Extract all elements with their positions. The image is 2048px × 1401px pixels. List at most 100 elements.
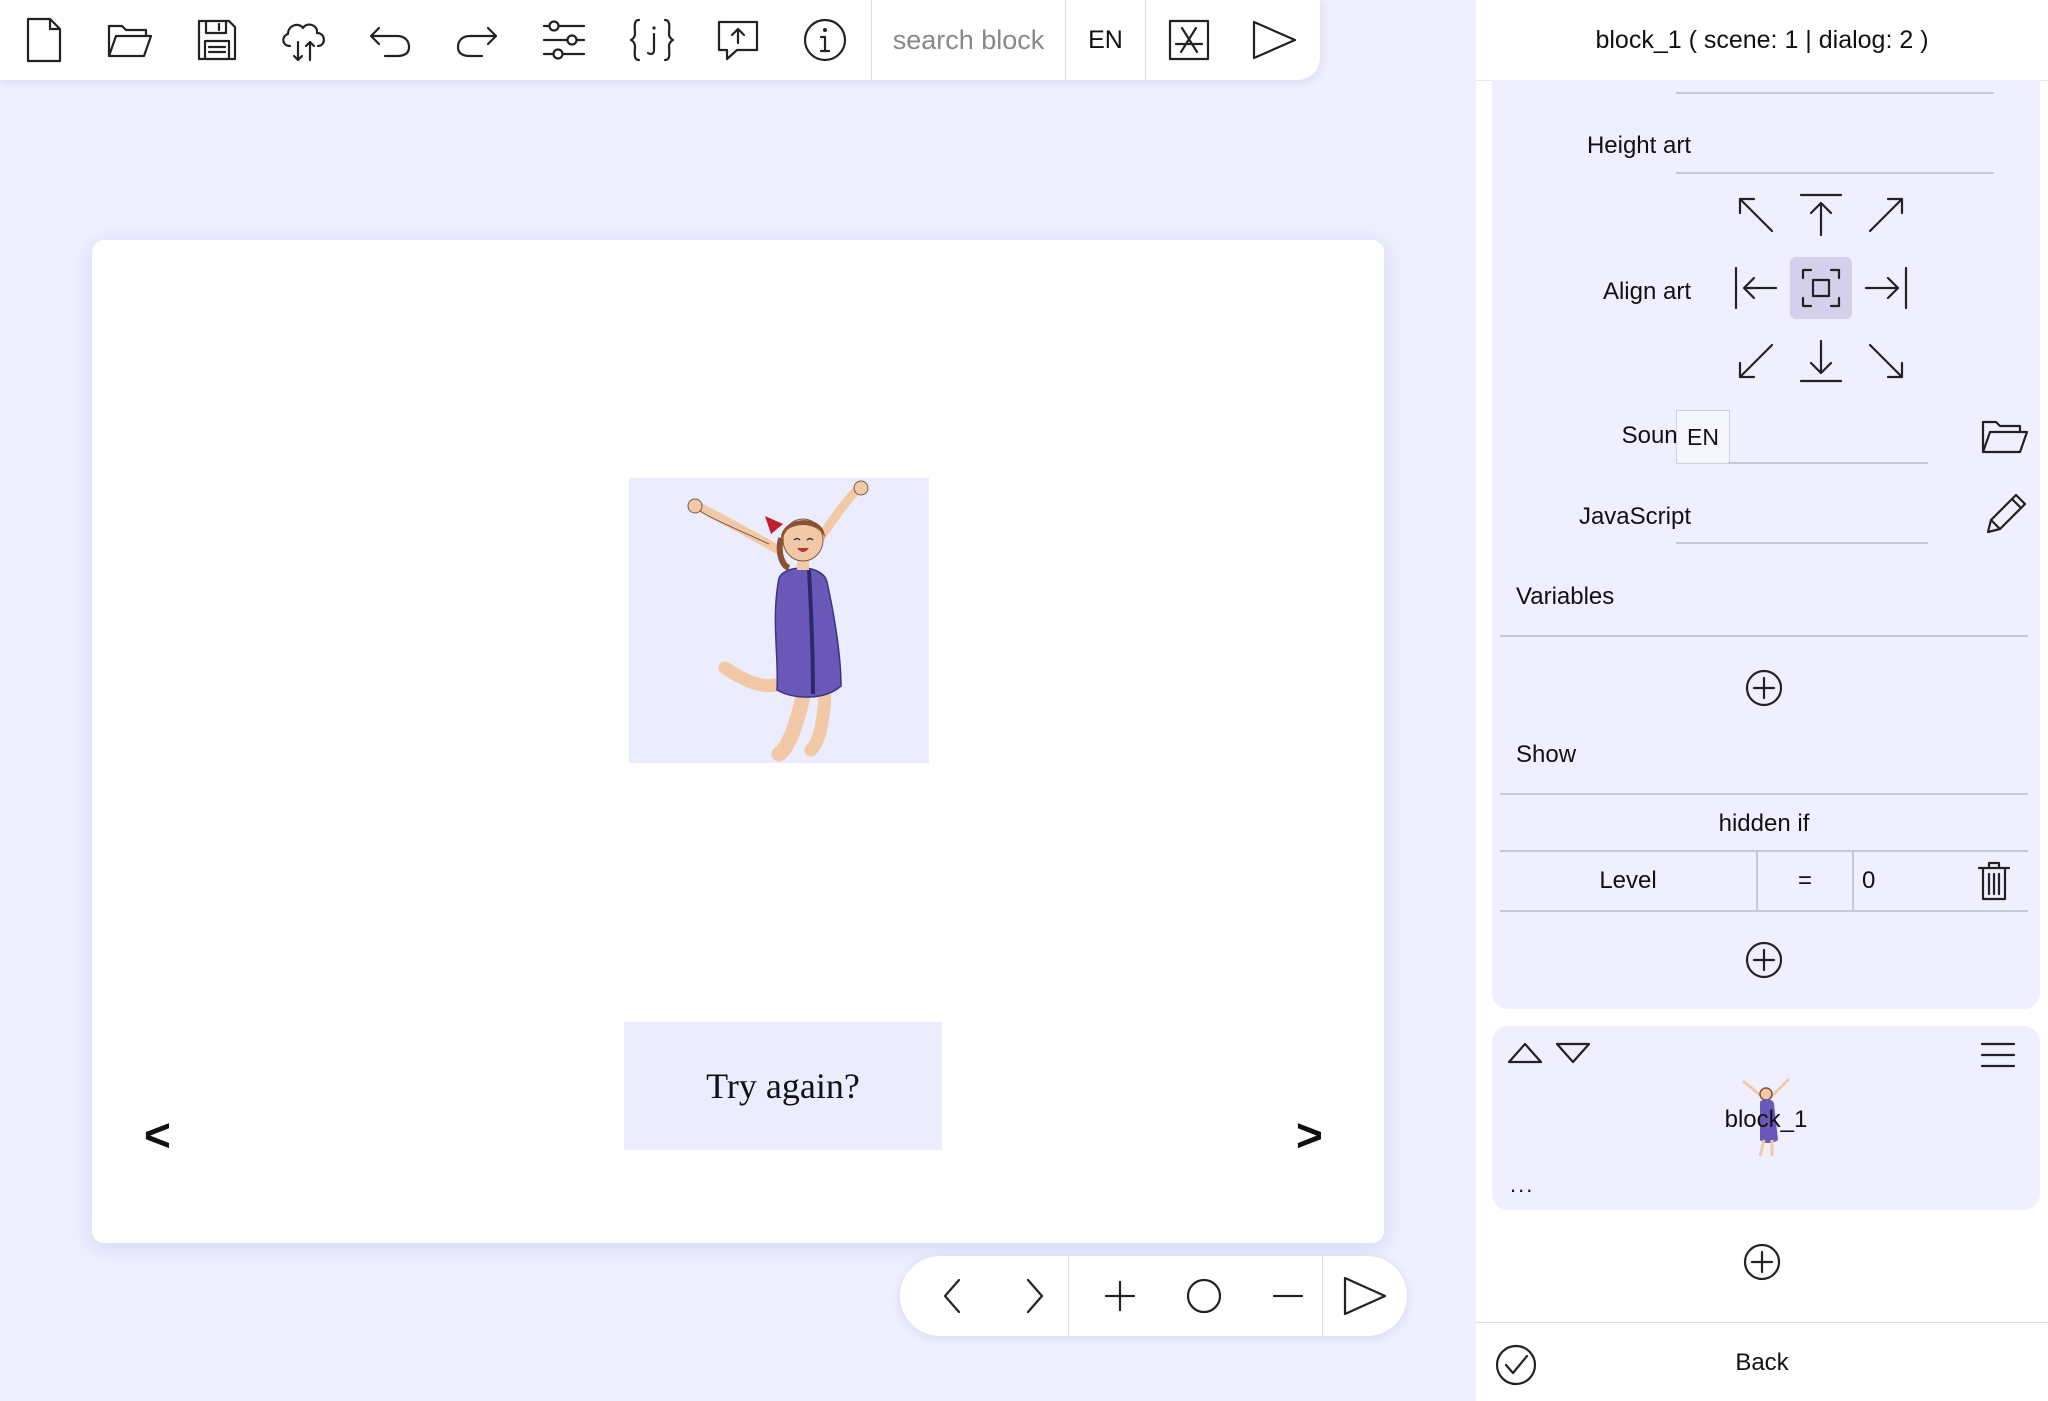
jumping-girl-illustration (687, 480, 869, 762)
center-focus-icon (1801, 268, 1841, 308)
share-button[interactable] (706, 8, 770, 72)
language-button[interactable]: EN (1066, 0, 1145, 80)
hamburger-menu-icon (1980, 1042, 2016, 1068)
controls-divider (1322, 1256, 1323, 1336)
move-down-button[interactable] (1554, 1040, 1592, 1066)
block-list-item[interactable]: block_1 ... (1492, 1026, 2040, 1210)
condition-operator-select[interactable]: = (1758, 852, 1852, 910)
block-settings-panel: block_1 ( scene: 1 | dialog: 2 ) Height … (1476, 0, 2048, 1401)
sound-file-input[interactable] (1728, 462, 1928, 464)
align-left-button[interactable] (1725, 257, 1787, 319)
show-label: Show (1516, 741, 1577, 768)
play-icon (1343, 1276, 1387, 1316)
zoom-out-button[interactable] (1258, 1266, 1318, 1326)
arrow-up-right-icon (1868, 197, 1904, 233)
previous-button[interactable] (922, 1266, 982, 1326)
chevron-right-icon (1026, 1278, 1044, 1314)
align-right-button[interactable] (1855, 257, 1917, 319)
circle-icon (1186, 1278, 1222, 1314)
sound-browse-button[interactable] (1980, 416, 2030, 456)
more-options-button[interactable]: ... (1510, 1172, 1534, 1198)
hidden-if-label: hidden if (1718, 810, 1810, 837)
align-bottom-left-button[interactable] (1725, 330, 1787, 392)
align-top-button[interactable] (1790, 184, 1852, 246)
javascript-input[interactable] (1676, 542, 1928, 544)
open-folder-icon (107, 24, 153, 58)
arrow-left-icon (1734, 266, 1778, 310)
section-divider (1500, 635, 2028, 637)
variables-label: Variables (1516, 583, 1615, 610)
try-again-button[interactable]: Try again? (624, 1022, 942, 1150)
cloud-sync-icon (282, 23, 325, 62)
arrow-down-left-icon (1738, 343, 1774, 379)
add-block-button[interactable] (1742, 1242, 1782, 1282)
settings-button[interactable] (532, 8, 596, 72)
condition-row: Level = 0 (1500, 850, 2028, 912)
arrow-right-icon (1864, 266, 1908, 310)
condition-variable-select[interactable]: Level (1500, 852, 1756, 910)
back-button[interactable]: Back (1476, 1349, 2048, 1377)
save-button[interactable] (185, 8, 249, 72)
zoom-in-button[interactable] (1090, 1266, 1150, 1326)
search-block-field[interactable] (872, 0, 1065, 80)
sound-language-button[interactable]: EN (1676, 410, 1730, 464)
previous-dialog-button[interactable]: < (144, 1112, 171, 1158)
share-icon (717, 20, 759, 61)
character-art[interactable] (629, 478, 929, 763)
block-name: block_1 (1724, 1106, 1808, 1133)
new-file-button[interactable] (12, 8, 76, 72)
play-preview-button[interactable] (1335, 1266, 1395, 1326)
info-button[interactable] (793, 8, 857, 72)
app-store-icon (1168, 19, 1210, 61)
next-button[interactable] (1005, 1266, 1065, 1326)
align-art-label: Align art (1602, 278, 1691, 305)
triangle-up-icon (1507, 1042, 1543, 1064)
move-up-button[interactable] (1506, 1040, 1544, 1066)
arrow-down-icon (1799, 339, 1843, 383)
play-button[interactable] (1242, 8, 1306, 72)
redo-button[interactable] (445, 8, 509, 72)
canvas-controls (900, 1256, 1407, 1336)
chevron-left-icon (943, 1278, 961, 1314)
align-center-button[interactable] (1790, 257, 1852, 319)
controls-divider (1068, 1256, 1069, 1336)
cloud-sync-button[interactable] (272, 8, 336, 72)
undo-button[interactable] (358, 8, 422, 72)
add-variable-button[interactable] (1744, 668, 1784, 708)
open-project-button[interactable] (98, 8, 162, 72)
new-file-icon (26, 17, 62, 63)
align-top-left-button[interactable] (1725, 184, 1787, 246)
align-bottom-button[interactable] (1790, 330, 1852, 392)
condition-value-input[interactable]: 0 (1862, 852, 1962, 910)
publish-button[interactable] (1157, 8, 1221, 72)
align-top-right-button[interactable] (1855, 184, 1917, 246)
json-icon (629, 18, 675, 62)
next-dialog-button[interactable]: > (1296, 1112, 1323, 1158)
open-folder-icon (1981, 420, 2029, 454)
align-bottom-right-button[interactable] (1855, 330, 1917, 392)
height-art-input[interactable] (1676, 172, 1994, 174)
search-input[interactable] (881, 23, 1056, 57)
block-menu-button[interactable] (1980, 1040, 2016, 1070)
arrow-up-left-icon (1738, 197, 1774, 233)
panel-footer: Back (1476, 1322, 2048, 1401)
minus-icon (1272, 1294, 1304, 1298)
add-condition-button[interactable] (1744, 940, 1784, 980)
edit-javascript-button[interactable] (1982, 490, 2028, 538)
triangle-down-icon (1555, 1042, 1591, 1064)
top-toolbar: EN (0, 0, 1320, 80)
delete-condition-button[interactable] (1976, 860, 2012, 902)
undo-icon (369, 26, 411, 58)
javascript-label: JavaScript (1578, 503, 1691, 530)
height-art-label: Height art (1586, 132, 1691, 159)
json-button[interactable] (620, 8, 684, 72)
info-icon (803, 18, 847, 62)
stage-preview: Try again? < > (92, 240, 1384, 1243)
panel-title: block_1 ( scene: 1 | dialog: 2 ) (1476, 0, 2048, 81)
play-icon (1252, 20, 1297, 60)
arrow-down-right-icon (1868, 343, 1904, 379)
pencil-icon (1986, 493, 2027, 534)
save-icon (197, 19, 237, 61)
block-properties-card: Height art Align art Sound EN JavaScript… (1492, 80, 2040, 1009)
zoom-reset-button[interactable] (1174, 1266, 1234, 1326)
